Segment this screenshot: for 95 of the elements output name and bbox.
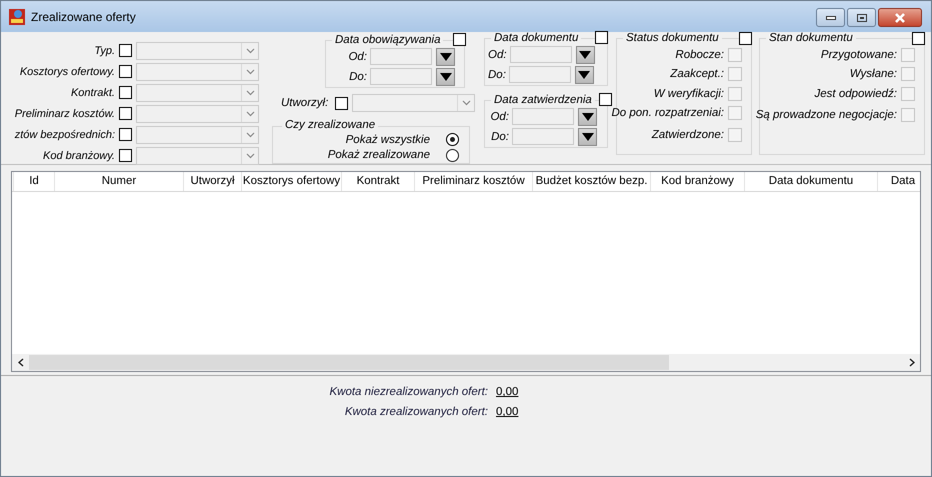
calendar-button[interactable]	[576, 46, 595, 64]
triangle-down-icon	[440, 72, 452, 81]
group-title: Data dokumentu	[491, 32, 582, 44]
checkbox[interactable]	[912, 32, 925, 44]
date-field[interactable]	[512, 108, 574, 126]
radio-button[interactable]	[446, 133, 459, 146]
field-label: Utworzył:	[281, 97, 328, 109]
column-header[interactable]: Kosztorys ofertowy	[242, 172, 342, 191]
checkbox[interactable]	[453, 33, 466, 46]
summary-label: Kwota niezrealizowanych ofert:	[328, 386, 488, 398]
checkbox[interactable]	[119, 86, 132, 99]
chevron-down-icon	[246, 68, 254, 74]
checkbox[interactable]	[335, 96, 348, 110]
calendar-button[interactable]	[436, 48, 455, 66]
triangle-down-icon	[582, 112, 594, 121]
column-header[interactable]: Kontrakt	[342, 172, 415, 191]
checkbox[interactable]	[739, 32, 752, 44]
checkbox[interactable]	[119, 128, 132, 141]
date-field[interactable]	[510, 46, 572, 64]
calendar-button[interactable]	[578, 128, 597, 146]
field-label: Kontrakt.	[70, 86, 115, 98]
field-label: Przygotowane:	[820, 48, 897, 61]
triangle-down-icon	[440, 52, 452, 61]
calendar-button[interactable]	[578, 108, 597, 126]
group-title: Data zatwierdzenia	[491, 94, 595, 106]
chevron-right-icon	[908, 358, 914, 367]
field-label: Robocze:	[675, 48, 724, 61]
column-header[interactable]: Utworzył	[184, 172, 242, 191]
field-label: Do pon. rozpatrzeniai:	[611, 107, 724, 120]
field-label: Od:	[348, 50, 367, 63]
chevron-down-icon	[246, 48, 254, 54]
window-title: Zrealizowane oferty	[31, 10, 136, 24]
radio-label: Pokaż wszystkie	[346, 134, 430, 146]
field-label: Są prowadzone negocjacje:	[756, 109, 897, 122]
column-header[interactable]: Preliminarz kosztów	[415, 172, 533, 191]
chevron-down-icon	[462, 100, 471, 106]
maximize-icon	[856, 14, 866, 22]
column-header[interactable]: Id	[14, 172, 55, 191]
maximize-button[interactable]	[847, 8, 876, 27]
date-field[interactable]	[508, 66, 571, 84]
field-label: Do:	[491, 130, 509, 143]
field-label: Do:	[349, 70, 367, 83]
triangle-down-icon	[579, 50, 592, 59]
column-header[interactable]: Data dokumentu	[745, 172, 878, 191]
checkbox[interactable]	[119, 44, 132, 57]
checkbox[interactable]	[119, 65, 132, 78]
field-label: W weryfikacji:	[654, 88, 724, 100]
field-label: Zaakcept.:	[670, 68, 724, 80]
field-label: Do:	[488, 68, 506, 81]
group-title: Data obowiązywania	[332, 34, 444, 46]
radio-button[interactable]	[446, 148, 459, 162]
date-field[interactable]	[370, 48, 432, 66]
date-field[interactable]	[512, 128, 574, 146]
field-label: Typ.	[93, 44, 115, 56]
summary-value: 0,00	[496, 386, 518, 398]
close-icon	[894, 12, 906, 22]
field-label: ztów bezpośrednich:	[14, 128, 115, 140]
field-label: Kosztorys ofertowy.	[18, 66, 115, 78]
column-header[interactable]: Kod branżowy	[651, 172, 745, 191]
field-label: Preliminarz kosztów.	[14, 108, 115, 120]
field-label: Jest odpowiedź:	[814, 88, 897, 100]
column-header[interactable]: Numer	[55, 172, 184, 191]
chevron-down-icon	[246, 152, 254, 158]
chevron-down-icon	[246, 132, 254, 138]
field-label: Wysłane:	[850, 68, 897, 80]
scrollbar-thumb[interactable]	[29, 355, 669, 370]
summary-value: 0,00	[496, 406, 518, 418]
triangle-down-icon	[582, 132, 594, 141]
checkbox[interactable]	[595, 31, 608, 44]
group-title: Czy zrealizowane	[282, 119, 378, 132]
calendar-button[interactable]	[436, 68, 455, 86]
group-title: Stan dokumentu	[766, 32, 856, 44]
radio-label: Pokaż zrealizowane	[328, 149, 430, 162]
minimize-button[interactable]	[816, 8, 845, 27]
checkbox[interactable]	[598, 93, 612, 106]
minimize-icon	[826, 16, 836, 20]
checkbox[interactable]	[119, 149, 132, 162]
field-label: Kod branżowy.	[42, 150, 115, 162]
close-button[interactable]	[878, 8, 922, 27]
triangle-down-icon	[578, 70, 590, 79]
chevron-down-icon	[246, 110, 254, 116]
column-header[interactable]: Data	[878, 172, 928, 191]
checkbox[interactable]	[119, 107, 132, 120]
horizontal-scrollbar[interactable]	[12, 354, 920, 371]
column-header[interactable]: Budżet kosztów bezp.	[533, 172, 651, 191]
field-label: Od:	[490, 110, 509, 123]
summary-label: Kwota zrealizowanych ofert:	[344, 406, 488, 418]
date-field[interactable]	[370, 68, 432, 86]
field-label: Zatwierdzone:	[652, 128, 724, 141]
chevron-down-icon	[246, 90, 254, 96]
calendar-button[interactable]	[574, 66, 594, 84]
chevron-left-icon	[18, 358, 24, 367]
group-title: Status dokumentu	[623, 32, 722, 44]
app-icon	[9, 8, 25, 24]
field-label: Od:	[488, 48, 507, 61]
